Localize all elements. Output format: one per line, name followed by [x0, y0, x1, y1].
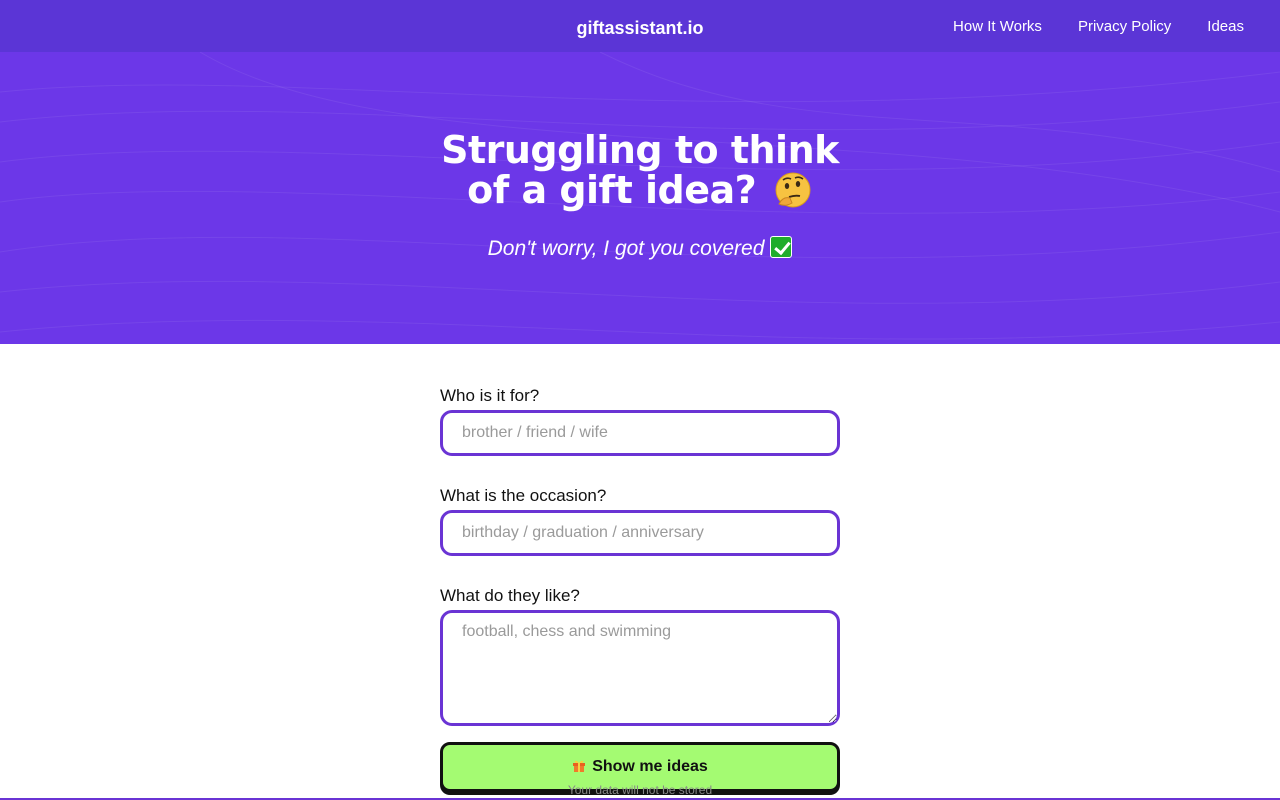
nav-link-ideas[interactable]: Ideas — [1207, 18, 1244, 35]
hero-title-line-2: of a gift idea? — [467, 168, 757, 212]
interests-label: What do they like? — [440, 586, 580, 605]
occasion-label: What is the occasion? — [440, 486, 607, 505]
hero-title: Struggling to think of a gift idea? — [0, 130, 1280, 210]
hero-subtitle: Don't worry, I got you covered — [0, 236, 1280, 261]
recipient-input[interactable] — [440, 410, 840, 456]
hero-title-line-1: Struggling to think — [441, 128, 839, 172]
show-ideas-label: Show me ideas — [592, 758, 708, 775]
top-navigation-bar: giftassistant.io How It Works Privacy Po… — [0, 0, 1280, 52]
nav-link-privacy-policy[interactable]: Privacy Policy — [1078, 18, 1171, 35]
check-mark-icon — [770, 236, 793, 258]
hero-subtitle-text: Don't worry, I got you covered — [487, 237, 765, 260]
main-nav: How It Works Privacy Policy Ideas — [953, 0, 1244, 52]
thinking-face-icon — [775, 172, 811, 207]
interests-textarea[interactable] — [440, 610, 840, 726]
nav-link-how-it-works[interactable]: How It Works — [953, 18, 1042, 35]
gift-idea-form: Who is it for? What is the occasion? Wha… — [440, 386, 840, 792]
recipient-label: Who is it for? — [440, 386, 540, 405]
privacy-note: Your data will not be stored — [567, 783, 713, 797]
occasion-input[interactable] — [440, 510, 840, 556]
gift-icon — [573, 760, 586, 772]
hero-banner: Struggling to think of a gift idea? Don'… — [0, 52, 1280, 344]
